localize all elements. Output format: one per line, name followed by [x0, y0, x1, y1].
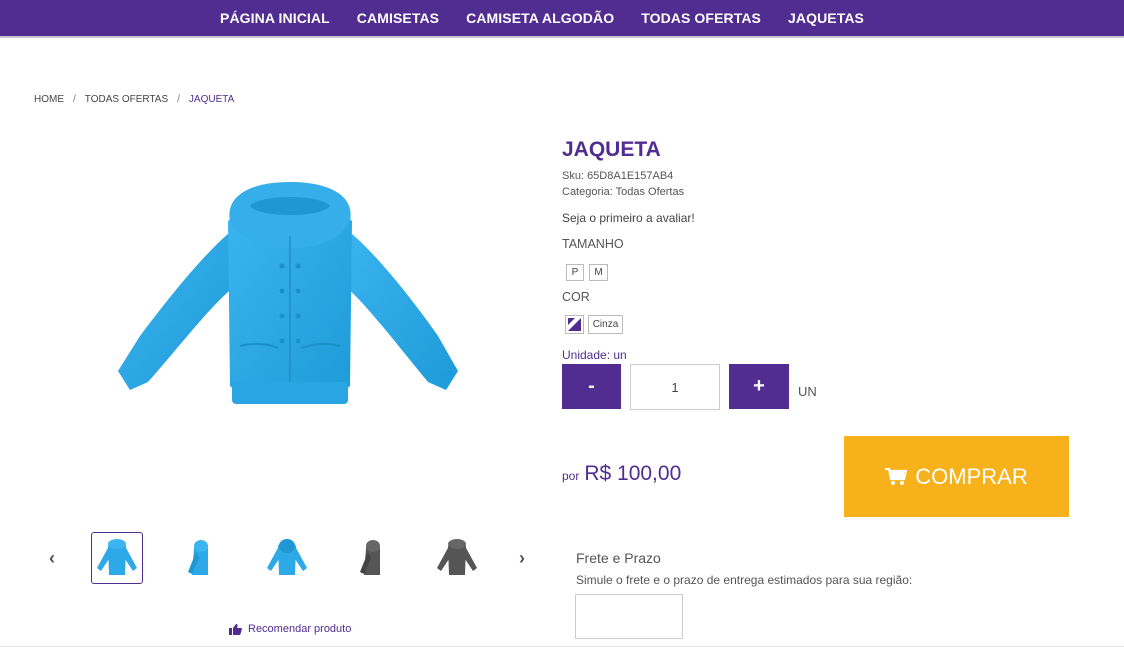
breadcrumb: HOME / TODAS OFERTAS / JAQUETA: [34, 94, 234, 105]
thumbnail-carousel: ‹ ›: [40, 532, 540, 586]
thumbnail-5[interactable]: [431, 532, 483, 584]
unit-suffix: UN: [798, 384, 817, 399]
shipping-title: Frete e Prazo: [576, 550, 661, 566]
color-swatch-icon: [568, 318, 581, 331]
breadcrumb-current: JAQUETA: [188, 94, 235, 105]
thumbnail-1[interactable]: [91, 532, 143, 584]
product-title: JAQUETA: [562, 138, 661, 161]
buy-label: COMPRAR: [915, 463, 1028, 489]
buy-button[interactable]: COMPRAR: [844, 436, 1069, 517]
nav-item-camisetas[interactable]: CAMISETAS: [343, 10, 452, 26]
price-prefix: por: [562, 469, 580, 483]
price: por R$ 100,00: [562, 462, 681, 486]
price-value: R$ 100,00: [584, 462, 682, 485]
nav-item-pagina-inicial[interactable]: PÁGINA INICIAL: [207, 10, 344, 26]
recommend-label: Recomendar produto: [248, 623, 352, 635]
color-label: COR: [562, 290, 590, 304]
quantity-input[interactable]: [630, 364, 720, 410]
qty-decrease-button[interactable]: -: [562, 364, 621, 409]
chevron-right-icon[interactable]: ›: [512, 548, 532, 569]
jacket-thumb-icon: [360, 540, 380, 575]
qty-increase-button[interactable]: +: [729, 364, 789, 409]
nav-item-todas-ofertas[interactable]: TODAS OFERTAS: [628, 10, 775, 26]
color-option-cinza[interactable]: Cinza: [588, 315, 623, 334]
nav-item-camiseta-algodao[interactable]: CAMISETA ALGODÃO: [453, 10, 628, 26]
jacket-thumb-icon: [437, 539, 477, 575]
cep-input[interactable]: [575, 594, 683, 639]
shipping-description: Simule o frete e o prazo de entrega esti…: [576, 573, 913, 587]
color-swatch[interactable]: [565, 315, 584, 334]
thumbnail-3[interactable]: [261, 532, 313, 584]
jacket-thumb-icon: [97, 539, 137, 575]
jacket-thumb-icon: [267, 539, 307, 575]
jacket-thumb-icon: [188, 540, 208, 575]
size-option-m[interactable]: M: [589, 264, 608, 281]
rating-link[interactable]: Seja o primeiro a avaliar!: [562, 211, 695, 225]
top-navigation: PÁGINA INICIAL CAMISETAS CAMISETA ALGODÃ…: [0, 0, 1124, 38]
breadcrumb-separator: /: [73, 94, 76, 105]
size-option-p[interactable]: P: [566, 264, 584, 281]
nav-item-jaquetas[interactable]: JAQUETAS: [774, 10, 877, 26]
product-category: Categoria: Todas Ofertas: [562, 186, 685, 198]
breadcrumb-separator: /: [177, 94, 180, 105]
thumbnail-4[interactable]: [346, 532, 398, 584]
chevron-left-icon[interactable]: ‹: [42, 548, 62, 569]
breadcrumb-category[interactable]: TODAS OFERTAS: [85, 94, 168, 105]
product-main-image[interactable]: [110, 176, 470, 416]
thumbs-up-icon: [229, 623, 242, 635]
nav-menu: PÁGINA INICIAL CAMISETAS CAMISETA ALGODÃ…: [207, 10, 878, 26]
recommend-product-link[interactable]: Recomendar produto: [229, 623, 351, 635]
thumbnail-2[interactable]: [174, 532, 226, 584]
divider: [0, 646, 1124, 647]
breadcrumb-home[interactable]: HOME: [34, 94, 64, 105]
jacket-image: [118, 182, 458, 404]
size-label: TAMANHO: [562, 237, 624, 251]
unit-label: Unidade: un: [562, 348, 627, 362]
product-sku: Sku: 65D8A1E157AB4: [562, 170, 674, 182]
cart-icon: [885, 467, 908, 485]
